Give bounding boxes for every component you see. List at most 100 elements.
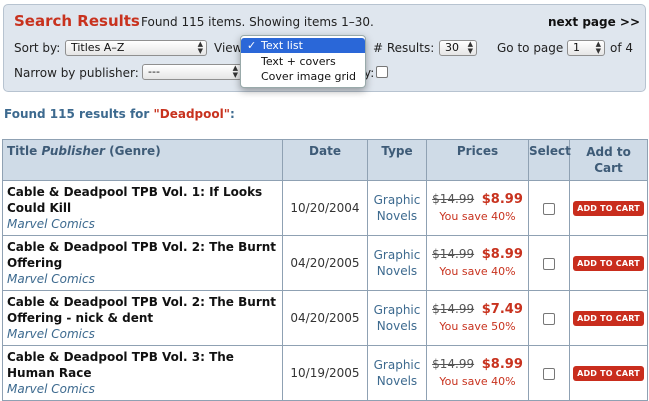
- sale-price: $8.99: [481, 247, 523, 262]
- title-cell: Cable & Deadpool TPB Vol. 2: The Burnt O…: [2, 235, 283, 291]
- view-label: View: [214, 41, 243, 55]
- price-cell: $14.99 $8.99 You save 40%: [426, 180, 529, 236]
- sale-price: $8.99: [481, 357, 523, 372]
- cart-cell: ADD TO CART: [569, 345, 648, 401]
- view-option-label: Text + covers: [261, 55, 336, 68]
- add-to-cart-button[interactable]: ADD TO CART: [573, 201, 644, 216]
- type-cell: Graphic Novels: [367, 290, 427, 346]
- table-row: Cable & Deadpool TPB Vol. 3: The Human R…: [2, 345, 648, 401]
- type-line: Graphic: [373, 303, 421, 317]
- select-cell: [528, 345, 570, 401]
- table-row: Cable & Deadpool TPB Vol. 2: The Burnt O…: [2, 290, 648, 346]
- table-row: Cable & Deadpool TPB Vol. 1: If Looks Co…: [2, 180, 648, 236]
- sort-select-value: Titles A–Z: [71, 41, 125, 54]
- book-title-link[interactable]: Cable & Deadpool TPB Vol. 3: The Human R…: [7, 350, 234, 380]
- price-cell: $14.99 $8.99 You save 40%: [426, 345, 529, 401]
- view-dropdown-menu: ✓ Text list Text + covers Cover image gr…: [240, 35, 366, 88]
- goto-page-label: Go to page: [497, 41, 564, 55]
- original-price: $14.99: [432, 192, 475, 206]
- filter-checkbox[interactable]: [376, 66, 388, 78]
- column-header-add-to-cart: Add to Cart: [569, 139, 648, 181]
- column-header-type[interactable]: Type: [367, 139, 427, 181]
- publisher-name: Marvel Comics: [7, 217, 95, 231]
- view-option-text-list[interactable]: ✓ Text list: [241, 38, 365, 53]
- cart-cell: ADD TO CART: [569, 290, 648, 346]
- type-cell: Graphic Novels: [367, 235, 427, 291]
- add-to-cart-button[interactable]: ADD TO CART: [573, 366, 644, 381]
- header-add-to: Add to: [586, 145, 631, 159]
- select-checkbox[interactable]: [543, 367, 555, 380]
- sort-select[interactable]: Titles A–Z ▲ ▼: [65, 40, 207, 56]
- book-title-link[interactable]: Cable & Deadpool TPB Vol. 2: The Burnt O…: [7, 240, 276, 270]
- found-results-line: Found 115 results for "Deadpool":: [4, 107, 235, 121]
- title-cell: Cable & Deadpool TPB Vol. 3: The Human R…: [2, 345, 283, 401]
- select-checkbox[interactable]: [543, 257, 555, 270]
- next-page-link[interactable]: next page >>: [548, 15, 640, 29]
- results-summary: Found 115 items. Showing items 1–30.: [141, 15, 374, 29]
- view-option-label: Cover image grid: [261, 70, 357, 83]
- original-price: $14.99: [432, 302, 475, 316]
- header-genre-text: (Genre): [104, 144, 161, 158]
- narrow-publisher-label: Narrow by publisher:: [14, 66, 139, 80]
- view-option-label: Text list: [261, 39, 303, 52]
- select-arrows-icon: ▲ ▼: [197, 40, 203, 55]
- select-arrows-icon: ▲ ▼: [467, 40, 473, 55]
- page-select-value: 1: [573, 41, 580, 54]
- view-option-cover-grid[interactable]: Cover image grid: [241, 69, 365, 84]
- publisher-name: Marvel Comics: [7, 272, 95, 286]
- publisher-select[interactable]: --- ▲ ▼: [142, 64, 242, 80]
- price-cell: $14.99 $7.49 You save 50%: [426, 290, 529, 346]
- column-header-title[interactable]: Title Publisher (Genre): [2, 139, 283, 181]
- type-cell: Graphic Novels: [367, 180, 427, 236]
- header-publisher-text: Publisher: [41, 144, 105, 158]
- type-cell: Graphic Novels: [367, 345, 427, 401]
- type-line: Novels: [376, 209, 418, 223]
- price-cell: $14.99 $8.99 You save 40%: [426, 235, 529, 291]
- savings-text: You save 40%: [439, 265, 516, 278]
- select-cell: [528, 290, 570, 346]
- select-cell: [528, 180, 570, 236]
- header-title-text: Title: [7, 144, 42, 158]
- book-title-link[interactable]: Cable & Deadpool TPB Vol. 2: The Burnt O…: [7, 295, 276, 325]
- book-title-link[interactable]: Cable & Deadpool TPB Vol. 1: If Looks Co…: [7, 185, 262, 215]
- column-header-prices[interactable]: Prices: [426, 139, 529, 181]
- found-prefix: Found 115 results for: [4, 107, 154, 121]
- type-line: Graphic: [373, 248, 421, 262]
- select-arrows-icon: ▲ ▼: [595, 40, 601, 55]
- header-cart: Cart: [594, 161, 623, 175]
- original-price: $14.99: [432, 357, 475, 371]
- add-to-cart-button[interactable]: ADD TO CART: [573, 311, 644, 326]
- publisher-name: Marvel Comics: [7, 382, 95, 396]
- select-checkbox[interactable]: [543, 312, 555, 325]
- checkmark-icon: ✓: [247, 39, 257, 52]
- title-cell: Cable & Deadpool TPB Vol. 1: If Looks Co…: [2, 180, 283, 236]
- cart-cell: ADD TO CART: [569, 180, 648, 236]
- sale-price: $8.99: [481, 192, 523, 207]
- results-count-label: # Results:: [373, 41, 435, 55]
- sort-label: Sort by:: [14, 41, 61, 55]
- type-line: Graphic: [373, 358, 421, 372]
- table-header-row: Title Publisher (Genre) Date Type Prices…: [2, 139, 648, 181]
- results-count-select[interactable]: 30 ▲ ▼: [439, 40, 477, 56]
- date-cell: 10/20/2004: [282, 180, 368, 236]
- type-line: Novels: [376, 264, 418, 278]
- publisher-name: Marvel Comics: [7, 327, 95, 341]
- add-to-cart-button[interactable]: ADD TO CART: [573, 256, 644, 271]
- savings-text: You save 50%: [439, 320, 516, 333]
- select-checkbox[interactable]: [543, 202, 555, 215]
- table-row: Cable & Deadpool TPB Vol. 2: The Burnt O…: [2, 235, 648, 291]
- page-count: of 4: [610, 41, 634, 55]
- date-cell: 10/19/2005: [282, 345, 368, 401]
- publisher-select-value: ---: [148, 65, 160, 78]
- column-header-date[interactable]: Date: [282, 139, 368, 181]
- sale-price: $7.49: [481, 302, 523, 317]
- page-select[interactable]: 1 ▲ ▼: [567, 40, 605, 56]
- results-count-value: 30: [445, 41, 459, 54]
- view-option-text-covers[interactable]: Text + covers: [241, 54, 365, 69]
- date-cell: 04/20/2005: [282, 290, 368, 346]
- type-line: Graphic: [373, 193, 421, 207]
- select-cell: [528, 235, 570, 291]
- cart-cell: ADD TO CART: [569, 235, 648, 291]
- savings-text: You save 40%: [439, 210, 516, 223]
- select-arrows-icon: ▲ ▼: [232, 64, 238, 79]
